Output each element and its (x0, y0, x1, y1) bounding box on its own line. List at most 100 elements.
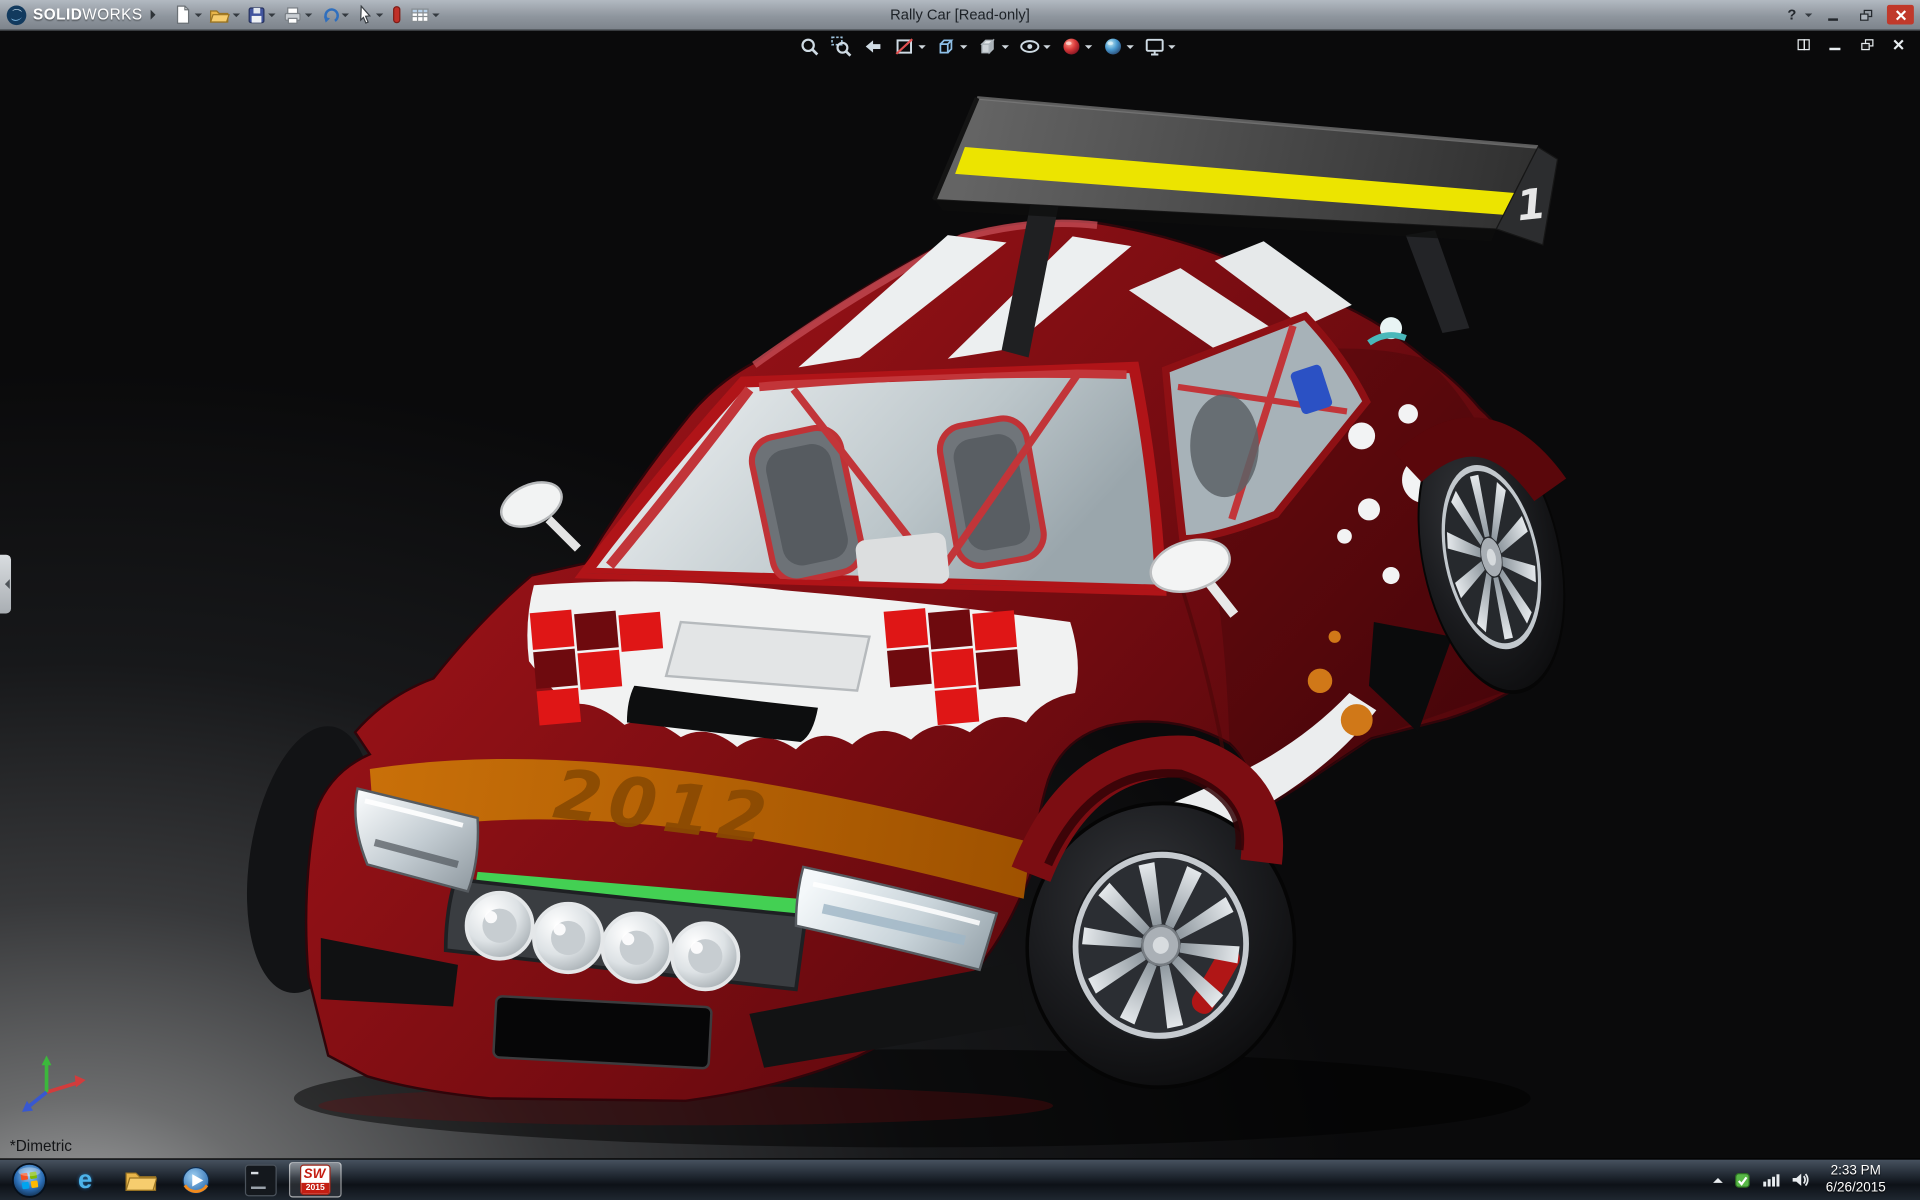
open-document-button[interactable] (206, 3, 244, 26)
dropdown-caret[interactable] (233, 13, 240, 20)
restore-button[interactable] (1854, 6, 1878, 24)
eye-icon (1019, 36, 1041, 58)
taskbar-spacer (223, 1160, 233, 1200)
scene-ball-icon (1102, 36, 1124, 58)
media-player-icon (181, 1165, 210, 1194)
document-window-controls (1794, 37, 1908, 53)
wing-number: 1 (1514, 179, 1548, 231)
xyz-triad-icon (15, 1048, 91, 1119)
apply-scene-button[interactable] (1100, 34, 1137, 58)
wing-pylon-right (1406, 230, 1470, 333)
dropdown-caret[interactable] (305, 13, 312, 20)
app-logo: SOLIDWORKS (0, 4, 171, 25)
select-button[interactable] (353, 2, 387, 26)
sw-version-badge: 2015 (301, 1183, 329, 1194)
system-tray: 2:33 PM 6/26/2015 (1706, 1160, 1920, 1200)
dropdown-caret[interactable] (342, 13, 349, 20)
sw-glyph: SW (304, 1167, 326, 1182)
zoom-to-fit-button[interactable] (796, 34, 823, 58)
printer-icon (283, 6, 303, 24)
solidworks-3ds-icon (6, 4, 27, 25)
design-table-button[interactable] (407, 3, 444, 26)
folder-icon (124, 1167, 156, 1193)
taskbar-internet-explorer[interactable]: e (59, 1162, 112, 1198)
dropdown-caret[interactable] (1127, 45, 1134, 52)
reference-triad (15, 1048, 91, 1125)
windows-start-icon (10, 1161, 47, 1198)
previous-view-button[interactable] (860, 34, 887, 58)
minimize-button[interactable] (1821, 6, 1845, 24)
help-dropdown-caret[interactable] (1805, 13, 1812, 20)
volume-icon[interactable] (1792, 1172, 1810, 1188)
view-orientation-label: *Dimetric (10, 1138, 72, 1155)
tile-icon (1797, 39, 1809, 50)
solidworks-app-icon: SW 2015 (300, 1164, 331, 1195)
internet-explorer-icon: e (78, 1165, 92, 1194)
taskbar-solidworks[interactable]: SW 2015 (289, 1162, 342, 1198)
dropdown-caret[interactable] (1085, 45, 1092, 52)
close-button[interactable] (1887, 5, 1914, 25)
close-icon (1895, 9, 1906, 20)
command-prompt-icon (244, 1164, 276, 1196)
dropdown-caret[interactable] (960, 45, 967, 52)
appearance-ball-icon (1060, 36, 1082, 58)
open-folder-icon (210, 6, 231, 24)
feature-manager-collapsed-tab[interactable] (0, 555, 11, 614)
view-settings-icon (1144, 36, 1166, 58)
display-style-icon (977, 36, 999, 58)
minimize-document-button[interactable] (1826, 37, 1844, 53)
brand-expand-icon[interactable] (151, 10, 161, 20)
solidworks-window: SOLIDWORKS (0, 0, 1920, 1200)
dropdown-caret[interactable] (376, 13, 383, 20)
print-button[interactable] (280, 3, 317, 26)
new-document-button[interactable] (171, 2, 207, 26)
solidworks-resources-button[interactable] (387, 2, 407, 26)
window-title: Rally Car [Read-only] (890, 6, 1030, 23)
close-document-button[interactable] (1889, 37, 1907, 53)
chevron-left-icon (0, 579, 9, 589)
dropdown-caret[interactable] (1043, 45, 1050, 52)
dropdown-caret[interactable] (269, 13, 276, 20)
graphics-area[interactable]: 2012 (0, 31, 1920, 1160)
taskbar-windows-explorer[interactable] (114, 1162, 167, 1198)
start-button[interactable] (0, 1160, 58, 1200)
view-orientation-button[interactable] (933, 34, 970, 58)
zoom-to-area-icon (830, 36, 852, 58)
dropdown-caret[interactable] (433, 13, 440, 20)
help-button[interactable]: ? (1787, 6, 1796, 23)
hide-show-items-button[interactable] (1016, 34, 1053, 58)
save-button[interactable] (244, 3, 280, 26)
dropdown-caret[interactable] (195, 13, 202, 20)
close-icon (1893, 39, 1904, 50)
license-plate (493, 996, 711, 1068)
brand-name: SOLIDWORKS (33, 6, 143, 23)
heads-up-view-toolbar (796, 34, 1178, 58)
display-style-button[interactable] (975, 34, 1012, 58)
restore-document-button[interactable] (1858, 37, 1876, 53)
taskbar-command-prompt[interactable] (234, 1162, 287, 1198)
clock-time: 2:33 PM (1831, 1163, 1881, 1180)
taskbar-clock[interactable]: 2:33 PM 6/26/2015 (1821, 1163, 1891, 1197)
table-icon (411, 6, 431, 24)
titlebar: SOLIDWORKS (0, 0, 1920, 31)
tray-status-icon[interactable] (1734, 1171, 1751, 1188)
section-view-button[interactable] (891, 34, 928, 58)
rally-car-model[interactable]: 2012 (0, 31, 1920, 1160)
dropdown-caret[interactable] (1002, 45, 1009, 52)
clock-date: 6/26/2015 (1826, 1180, 1886, 1197)
previous-view-icon (862, 36, 884, 58)
edit-appearance-button[interactable] (1058, 34, 1095, 58)
show-hidden-icons-button[interactable] (1713, 1173, 1723, 1183)
undo-button[interactable] (316, 3, 353, 26)
save-floppy-icon (248, 6, 266, 24)
select-cursor-icon (357, 5, 374, 25)
network-icon[interactable] (1762, 1172, 1780, 1188)
restore-icon (1860, 9, 1872, 20)
dropdown-caret[interactable] (918, 45, 925, 52)
dropdown-caret[interactable] (1168, 45, 1175, 52)
zoom-to-area-button[interactable] (828, 34, 855, 58)
tile-windows-button[interactable] (1794, 37, 1812, 53)
left-mirror[interactable] (494, 474, 578, 549)
taskbar-media-player[interactable] (169, 1162, 222, 1198)
view-settings-button[interactable] (1141, 34, 1178, 58)
